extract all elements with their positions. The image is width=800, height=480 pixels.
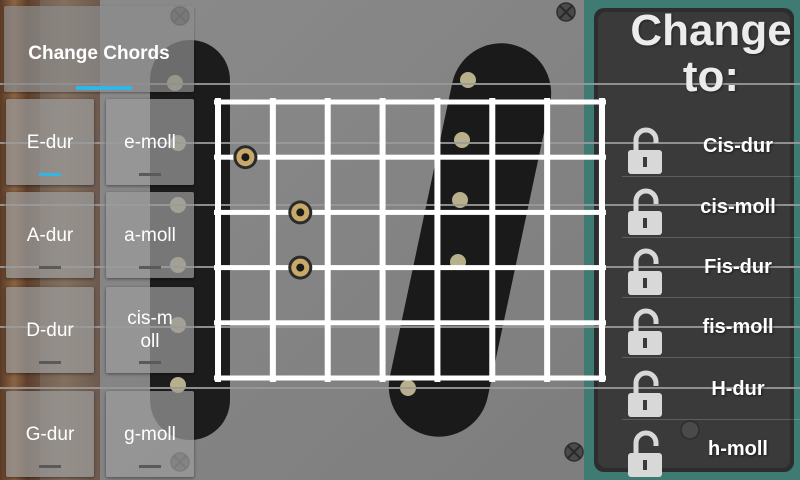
chord-button-a-dur[interactable]: A-dur <box>6 192 94 278</box>
chord-button-indicator <box>39 173 61 176</box>
target-chord-fis-dur[interactable]: Fis-dur <box>622 238 800 298</box>
unlocked-padlock-icon <box>628 370 662 417</box>
target-chord-label: Fis-dur <box>704 256 772 278</box>
fretboard-grid <box>214 98 606 382</box>
chord-button-indicator <box>39 465 61 468</box>
target-chord-label: h-moll <box>708 438 768 460</box>
chord-button-g-moll[interactable]: g-moll <box>106 391 194 477</box>
chord-button-d-dur[interactable]: D-dur <box>6 287 94 373</box>
target-chord-label: cis-moll <box>700 196 776 218</box>
target-chord-fis-moll[interactable]: fis-moll <box>622 298 800 358</box>
chord-button-a-moll[interactable]: a-moll <box>106 192 194 278</box>
chord-button-g-dur[interactable]: G-dur <box>6 391 94 477</box>
change-chords-label: Change Chords <box>28 43 170 64</box>
target-chord-h-dur[interactable]: H-dur <box>622 360 800 420</box>
chord-selection-panel: Change Chords E-dur e-moll A-dur a-moll … <box>0 0 200 480</box>
chord-button-indicator <box>139 361 161 364</box>
fret-line <box>269 98 276 382</box>
target-chord-h-moll[interactable]: h-moll <box>622 420 800 480</box>
chord-button-e-moll[interactable]: e-moll <box>106 99 194 185</box>
target-chord-cis-moll[interactable]: cis-moll <box>622 178 800 238</box>
unlocked-padlock-icon <box>628 127 662 174</box>
string-line <box>214 99 606 105</box>
string-line <box>214 154 606 160</box>
fret-line <box>544 98 551 382</box>
string-line <box>214 375 606 381</box>
chord-button-label: e-moll <box>124 131 176 153</box>
fret-line <box>215 98 221 382</box>
chord-button-indicator <box>139 266 161 269</box>
fret-line <box>434 98 441 382</box>
target-chord-cis-dur[interactable]: Cis-dur <box>622 117 800 177</box>
string-line <box>214 209 606 215</box>
chord-button-label: cis-moll <box>127 308 173 352</box>
chord-button-cis-moll[interactable]: cis-moll <box>106 287 194 373</box>
fret-line <box>599 98 605 382</box>
unlocked-padlock-icon <box>628 308 662 355</box>
chord-button-label: G-dur <box>25 423 75 445</box>
chord-button-label: a-moll <box>124 224 176 246</box>
chord-button-indicator <box>139 173 161 176</box>
fret-line <box>324 98 331 382</box>
string-line <box>214 265 606 271</box>
tab-selected-indicator <box>76 86 132 90</box>
chord-diagram <box>214 98 606 382</box>
change-chords-tab[interactable]: Change Chords <box>4 6 194 92</box>
unlocked-padlock-icon <box>628 430 662 477</box>
divider <box>622 357 800 358</box>
change-to-title: Change to: <box>630 6 792 101</box>
chord-button-label: A-dur <box>26 224 74 246</box>
target-chord-label: H-dur <box>711 378 765 400</box>
finger-marker <box>288 200 313 225</box>
unlocked-padlock-icon <box>628 248 662 295</box>
target-chord-label: Cis-dur <box>703 135 773 157</box>
chord-button-label: g-moll <box>124 423 176 445</box>
fret-line <box>489 98 496 382</box>
chord-button-e-dur[interactable]: E-dur <box>6 99 94 185</box>
chord-button-indicator <box>39 361 61 364</box>
chord-button-label: E-dur <box>26 131 74 153</box>
chord-button-indicator <box>39 266 61 269</box>
chord-button-label: D-dur <box>26 319 74 341</box>
unlocked-padlock-icon <box>628 188 662 235</box>
finger-marker <box>233 145 258 170</box>
divider <box>622 176 800 177</box>
chord-button-indicator <box>139 465 161 468</box>
string-line <box>214 320 606 326</box>
fret-line <box>379 98 386 382</box>
target-chord-label: fis-moll <box>702 316 774 338</box>
finger-marker <box>288 255 313 280</box>
